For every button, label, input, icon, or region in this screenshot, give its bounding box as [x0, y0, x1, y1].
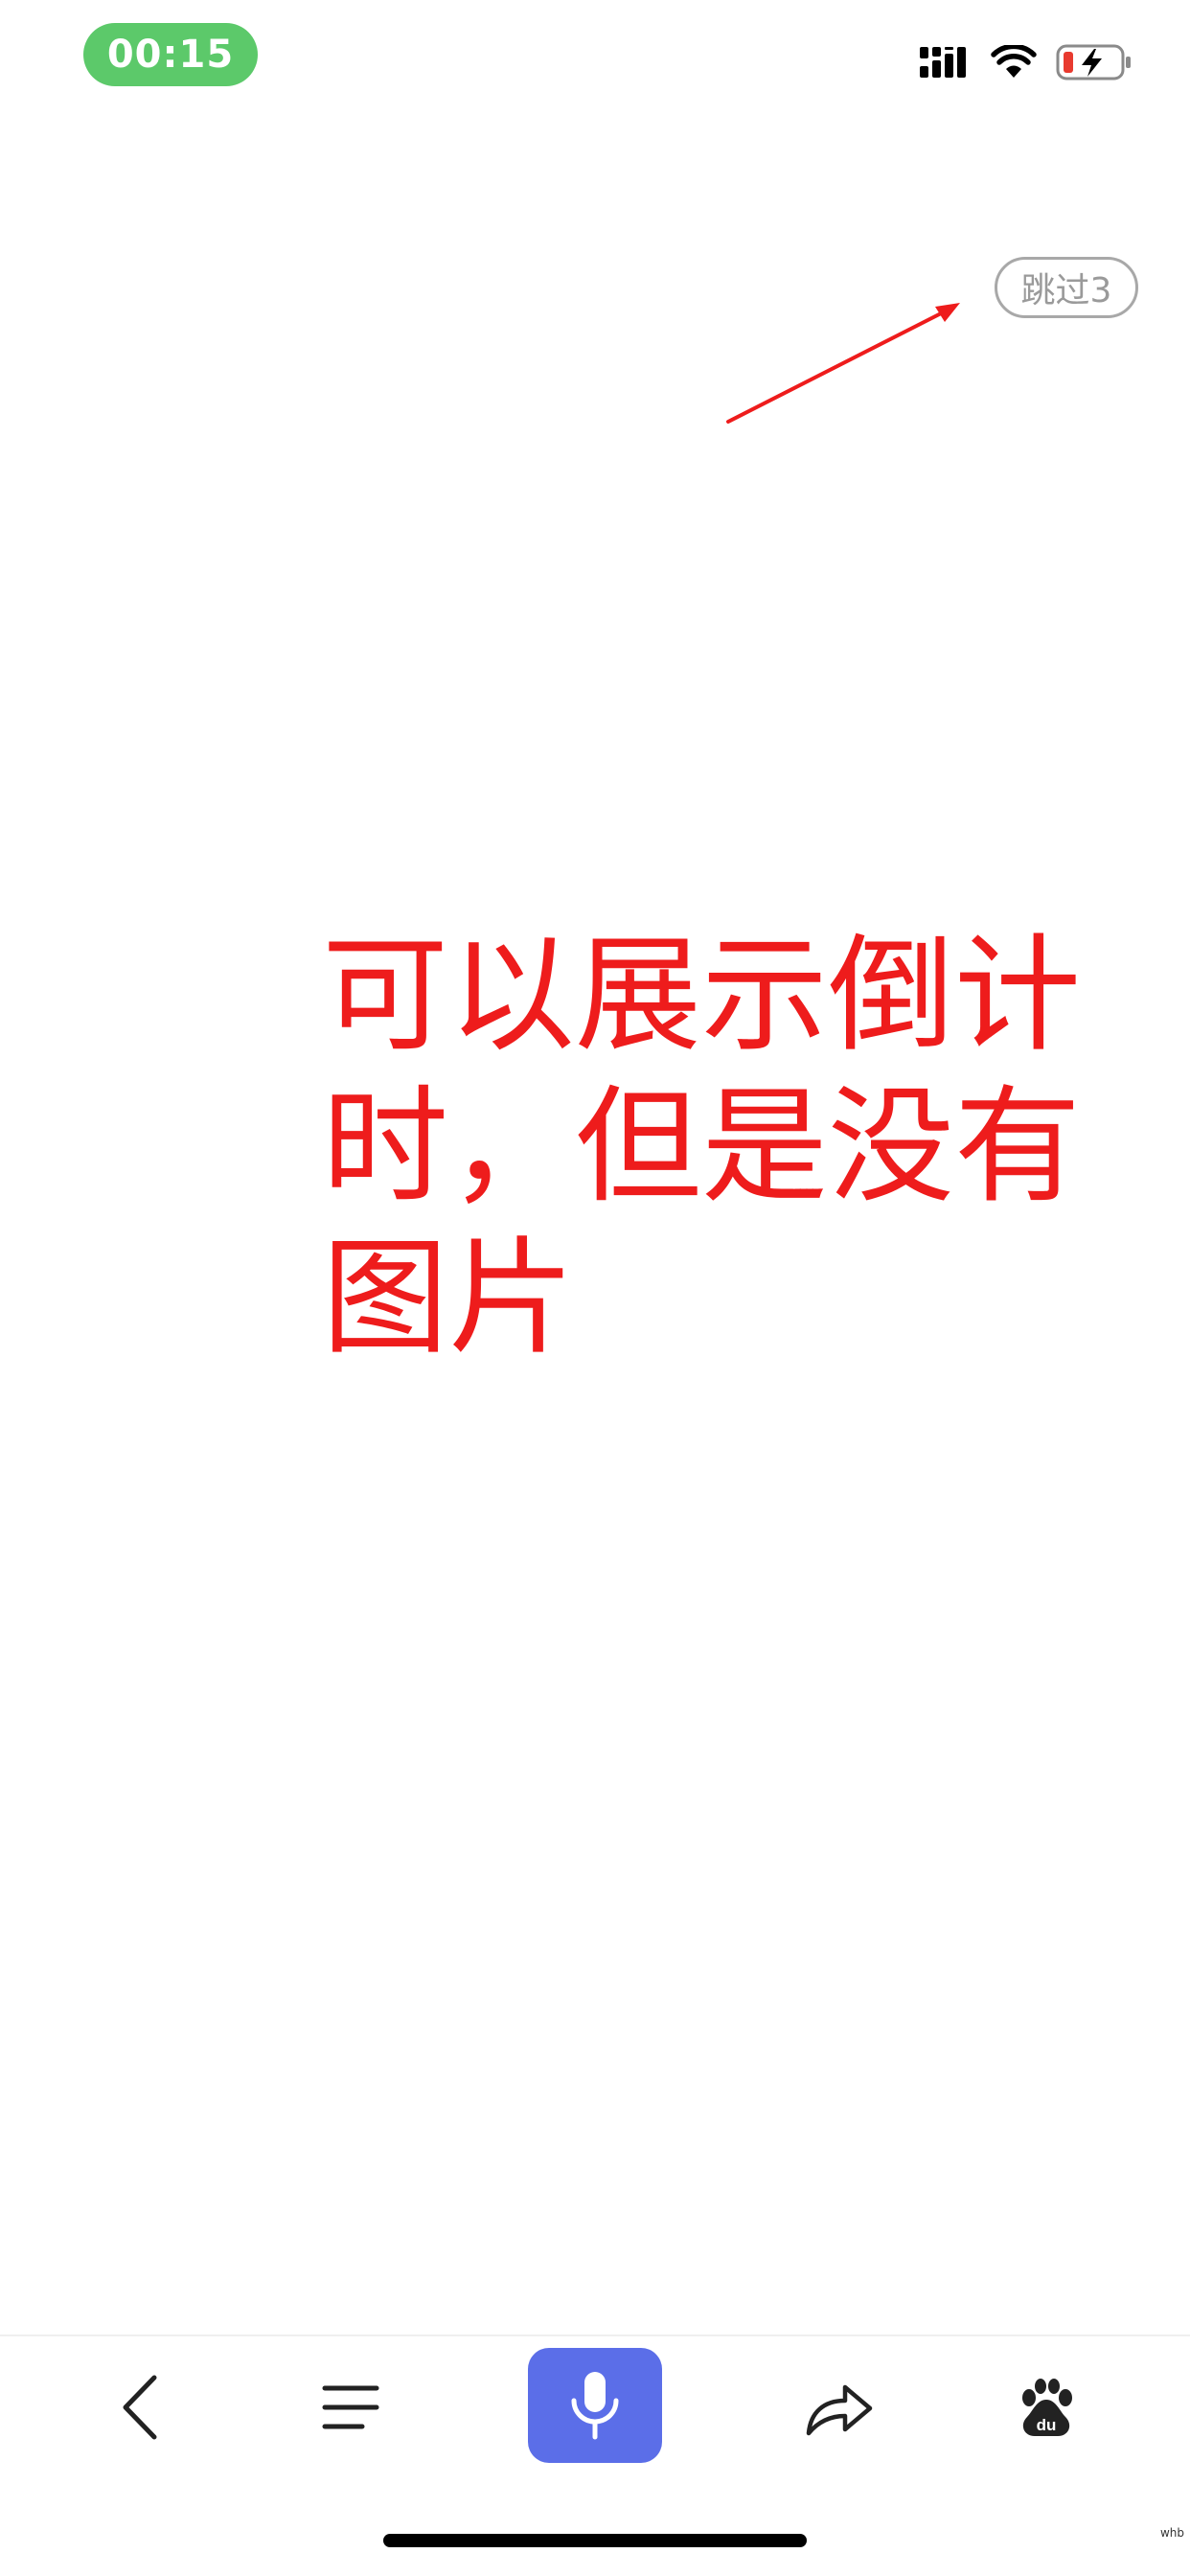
annotation-arrow — [726, 303, 960, 424]
baidu-home-button[interactable]: du — [979, 2348, 1113, 2467]
app-screen: 00:15 跳过3 可以展示倒计时，但是没有图片 du whb — [0, 0, 1190, 2576]
home-indicator[interactable] — [383, 2534, 807, 2547]
skip-label: 跳过3 — [1020, 271, 1112, 310]
bottom-toolbar: du — [0, 2336, 1190, 2490]
svg-text:du: du — [1037, 2416, 1057, 2434]
battery-charging-icon — [1056, 44, 1131, 80]
status-time-pill: 00:15 — [83, 23, 258, 86]
share-button[interactable] — [772, 2348, 906, 2467]
menu-icon — [322, 2385, 379, 2429]
chevron-left-icon — [123, 2375, 157, 2440]
status-icons — [920, 38, 1133, 86]
status-time: 00:15 — [106, 33, 235, 77]
skip-countdown-button[interactable]: 跳过3 — [995, 257, 1138, 318]
wifi-icon — [991, 45, 1037, 78]
share-icon — [806, 2384, 873, 2436]
baidu-paw-icon: du — [1022, 2379, 1072, 2436]
menu-button[interactable] — [284, 2348, 418, 2467]
signal-icon — [920, 47, 966, 78]
back-button[interactable] — [73, 2348, 207, 2467]
voice-search-button[interactable] — [528, 2348, 662, 2463]
microphone-icon — [571, 2372, 619, 2440]
annotation-text: 可以展示倒计时，但是没有图片 — [322, 922, 1081, 1372]
watermark: whb — [1159, 2526, 1184, 2540]
